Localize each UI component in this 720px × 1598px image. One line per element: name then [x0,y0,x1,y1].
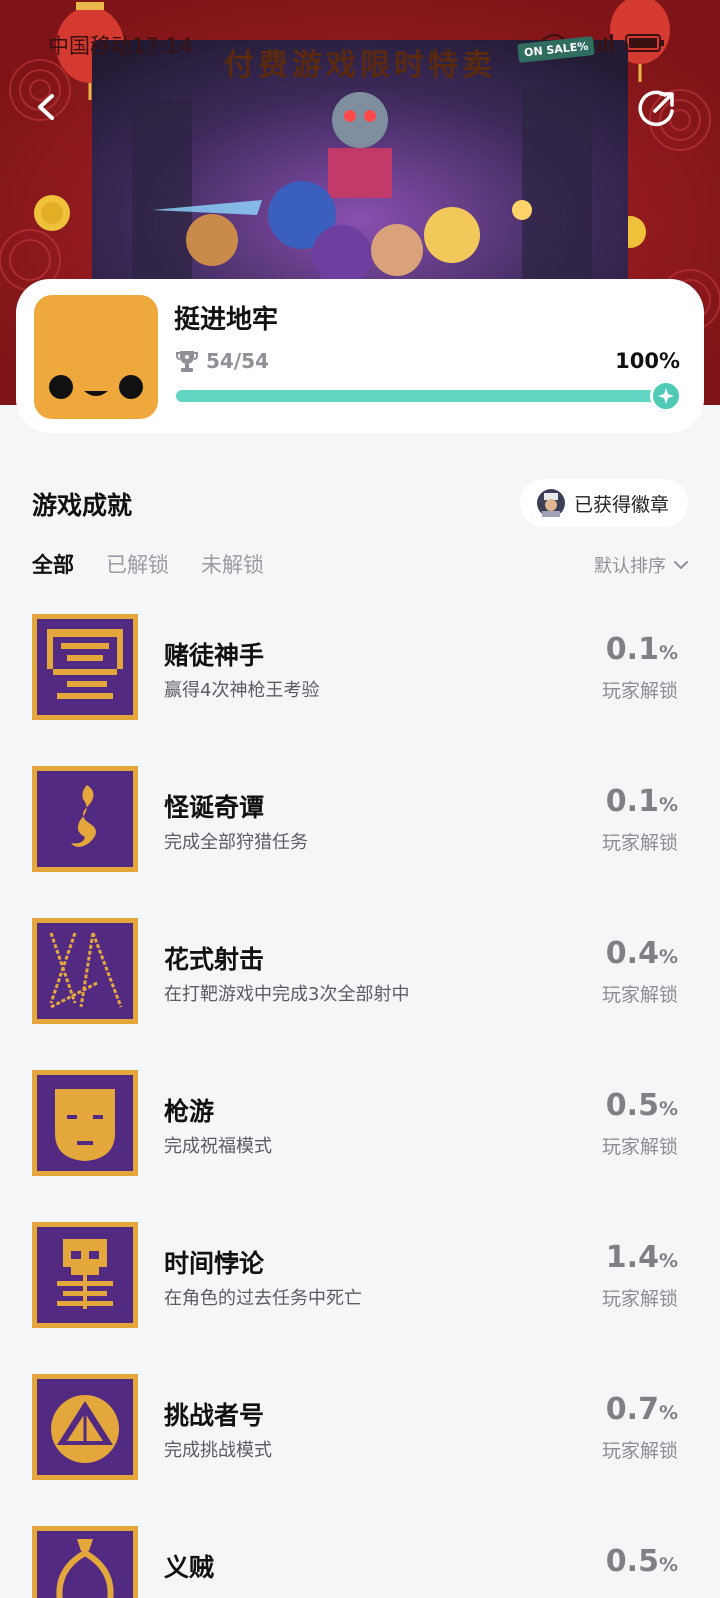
trophy-row: 54/54 [176,349,269,373]
mask-icon [32,1070,138,1176]
achievement-row[interactable]: 时间悖论 在角色的过去任务中死亡 1.4% 玩家解锁 [0,1222,720,1374]
rate-value: 1.4 [605,1240,659,1275]
achievement-name: 赌徒神手 [164,641,265,670]
achievement-name: 怪诞奇谭 [164,793,265,822]
back-button[interactable] [24,84,70,130]
chevron-down-icon [674,561,688,569]
achievement-row[interactable]: 花式射击 在打靶游戏中完成3次全部射中 0.4% 玩家解锁 [0,918,720,1070]
achievement-unlock-rate: 0.5% [606,1088,678,1123]
achievement-desc: 完成祝福模式 [164,1136,272,1157]
game-title: 挺进地牢 [174,305,279,335]
rate-unit: % [658,1098,678,1120]
section-title: 游戏成就 [32,491,133,520]
rate-value: 0.4 [605,936,659,971]
skull-icon [32,1222,138,1328]
progress-fill [176,390,666,402]
tab-all[interactable]: 全部 [32,549,74,579]
castle-icon [32,614,138,720]
target-lines-icon [32,918,138,1024]
achievement-desc: 赢得4次神枪王考验 [164,680,320,701]
sort-label: 默认排序 [594,556,666,577]
achievement-name: 挑战者号 [164,1401,265,1430]
rate-unit: % [658,1250,678,1272]
achievement-row[interactable]: 怪诞奇谭 完成全部狩猎任务 0.1% 玩家解锁 [0,766,720,918]
d20-icon [32,1374,138,1480]
achievement-rate-label: 玩家解锁 [601,1440,678,1462]
achievement-row[interactable]: 赌徒神手 赢得4次神枪王考验 0.1% 玩家解锁 [0,614,720,766]
rate-value: 0.1 [605,784,659,819]
achievement-desc: 在打靶游戏中完成3次全部射中 [164,984,410,1005]
achievement-list: 赌徒神手 赢得4次神枪王考验 0.1% 玩家解锁 怪诞奇谭 完成全部狩猎任务 0… [0,614,720,1598]
completion-percent: 100% [615,349,680,373]
achievement-name: 时间悖论 [164,1249,265,1278]
sale-title: 付费游戏限时特卖 [224,48,496,83]
share-button[interactable] [634,86,680,132]
rate-value: 0.1 [605,632,659,667]
money-bag-icon [32,1526,138,1598]
chevron-left-icon [38,94,54,120]
completion-progress-bar [176,380,682,412]
rate-value: 0.5 [605,1544,659,1579]
achievement-rate-label: 玩家解锁 [601,1288,678,1310]
game-icon [34,295,158,419]
achievement-unlock-rate: 0.1% [606,632,678,667]
rate-unit: % [658,1554,678,1576]
filter-tabs: 全部 已解锁 未解锁 [32,549,296,579]
rate-unit: % [658,642,678,664]
achievement-unlock-rate: 0.5% [606,1544,678,1579]
rate-unit: % [658,794,678,816]
achievement-unlock-rate: 0.7% [606,1392,678,1427]
achievement-desc: 在角色的过去任务中死亡 [164,1288,362,1309]
achievement-row[interactable]: 枪游 完成祝福模式 0.5% 玩家解锁 [0,1070,720,1222]
earned-badges-button[interactable]: 已获得徽章 [520,479,688,527]
achievement-row[interactable]: 挑战者号 完成挑战模式 0.7% 玩家解锁 [0,1374,720,1526]
achievement-rate-label: 玩家解锁 [601,832,678,854]
sparkle-icon [658,388,674,404]
achievement-desc: 完成挑战模式 [164,1440,272,1461]
rate-value: 0.7 [605,1392,659,1427]
flame-icon [32,766,138,872]
tab-unlocked[interactable]: 已解锁 [106,549,169,579]
earned-badges-label: 已获得徽章 [574,493,670,516]
achievement-rate-label: 玩家解锁 [601,984,678,1006]
achievement-name: 义贼 [164,1553,215,1582]
achievement-row[interactable]: 义贼 0.5% [0,1526,720,1598]
achievement-unlock-rate: 0.4% [606,936,678,971]
tab-locked[interactable]: 未解锁 [201,549,264,579]
rate-value: 0.5 [605,1088,659,1123]
progress-knob [650,380,682,412]
achievement-unlock-rate: 1.4% [606,1240,678,1275]
badge-avatar-icon [537,489,565,517]
rate-unit: % [658,946,678,968]
achievement-unlock-rate: 0.1% [606,784,678,819]
achievement-name: 花式射击 [164,945,265,974]
achievement-rate-label: 玩家解锁 [601,680,678,702]
achievement-name: 枪游 [164,1097,215,1126]
sort-dropdown[interactable]: 默认排序 [594,552,690,578]
achievement-rate-label: 玩家解锁 [601,1136,678,1158]
trophy-icon [176,351,198,372]
rate-unit: % [658,1402,678,1424]
trophy-count: 54/54 [206,349,269,373]
game-summary-card: 挺进地牢 54/54 100% [16,279,704,433]
achievement-desc: 完成全部狩猎任务 [164,832,308,853]
share-icon [638,90,674,127]
